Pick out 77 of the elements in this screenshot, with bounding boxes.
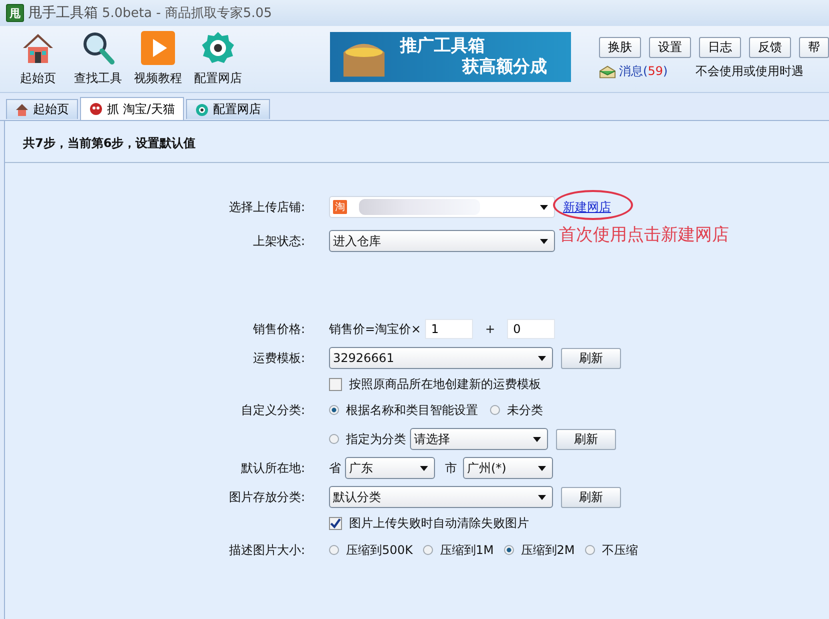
radio-label: 压缩到500K [346, 542, 413, 558]
tab[interactable]: 配置网店 [186, 99, 270, 119]
tab[interactable]: 抓 淘宝/天猫 [80, 97, 184, 120]
price-formula: 销售价=淘宝价× [329, 320, 422, 338]
banner-subline: 获高额分成 [462, 57, 547, 78]
gear-icon [200, 30, 236, 66]
radio-label: 指定为分类 [346, 430, 406, 448]
radio-button[interactable] [329, 545, 339, 555]
promo-banner[interactable]: 推广工具箱 获高额分成 [330, 32, 571, 82]
caret-icon [540, 238, 548, 244]
new-shop-link[interactable]: 新建网店 [563, 200, 611, 214]
category-dropdown[interactable]: 请选择 [410, 428, 548, 450]
radio-label: 压缩到1M [440, 542, 494, 558]
header-button[interactable]: 日志 [699, 37, 741, 58]
radio-label: 未分类 [507, 402, 543, 418]
header-button[interactable]: 换肤 [599, 37, 641, 58]
field-label: 自定义分类: [240, 402, 306, 418]
header-button[interactable]: 设置 [649, 37, 691, 58]
checkbox-label: 按照原商品所在地创建新的运费模板 [349, 376, 541, 392]
caret-icon [538, 494, 546, 500]
envelope-icon [599, 64, 616, 78]
messages-link[interactable]: 消息(59) [619, 63, 668, 80]
radio-button[interactable] [329, 434, 339, 444]
play-icon [140, 30, 176, 66]
field-label: 描述图片大小: [228, 542, 306, 558]
radio-button[interactable] [329, 405, 339, 415]
radio-button[interactable] [490, 405, 500, 415]
plus-sign: + [485, 322, 496, 336]
header-button[interactable]: 帮 [799, 37, 829, 58]
toolbar-button[interactable]: 查找工具 [68, 26, 128, 92]
caret-icon [533, 436, 541, 442]
annotation-text: 首次使用点击新建网店 [559, 224, 729, 246]
refresh-button[interactable]: 刷新 [561, 486, 621, 508]
toolbar-button[interactable]: 视频教程 [128, 26, 188, 92]
radio-label: 压缩到2M [520, 542, 575, 558]
tab[interactable]: 起始页 [6, 99, 78, 119]
caret-icon [538, 466, 546, 470]
image-category-dropdown[interactable]: 默认分类 [329, 486, 553, 508]
radio-label: 根据名称和类目智能设置 [346, 402, 478, 418]
refresh-button[interactable]: 刷新 [556, 428, 616, 450]
checkbox[interactable] [329, 378, 342, 390]
province-label: 省 [329, 460, 341, 476]
shop-logo: 淘 [333, 200, 347, 214]
field-label: 运费模板: [252, 350, 306, 366]
header-button[interactable]: 反馈 [749, 37, 791, 58]
gear-icon [194, 102, 209, 116]
banner-headline: 推广工具箱 [400, 36, 486, 57]
radio-label: 不压缩 [602, 542, 638, 558]
radio-button[interactable] [422, 545, 433, 555]
caret-icon [538, 356, 546, 360]
radio-button[interactable] [504, 545, 514, 555]
field-label: 上架状态: [252, 232, 306, 250]
status-dropdown[interactable]: 进入仓库 [329, 230, 555, 252]
app-logo: 甩 [6, 4, 24, 22]
city-dropdown[interactable]: 广州(*) [463, 457, 553, 479]
caret-icon [540, 204, 548, 210]
field-label: 选择上传店铺: [228, 198, 306, 216]
toolbar-button[interactable]: 起始页 [8, 26, 68, 92]
radio-button[interactable] [584, 545, 595, 555]
addend-field[interactable]: 0 [507, 319, 556, 339]
window-subtitle: 5.0beta - 商品抓取专家5.05 [102, 5, 272, 22]
step-header: 共7步，当前第6步，设置默认值 [5, 121, 829, 163]
window-title: 甩手工具箱 [28, 4, 98, 22]
caret-icon [420, 466, 428, 470]
help-notice: 不会使用或使用时遇 [696, 63, 804, 80]
field-label: 销售价格: [252, 320, 306, 338]
house-icon [15, 102, 29, 116]
field-label: 图片存放分类: [228, 488, 306, 506]
checkbox-label: 图片上传失败时自动清除失败图片 [349, 514, 529, 532]
checkbox[interactable] [329, 516, 342, 530]
freight-dropdown[interactable]: 32926661 [329, 347, 553, 369]
multiplier-field[interactable]: 1 [425, 319, 474, 339]
city-label: 市 [445, 460, 457, 476]
province-dropdown[interactable]: 广东 [345, 457, 435, 479]
toolbar-button[interactable]: 配置网店 [188, 26, 248, 92]
field-label: 默认所在地: [240, 460, 306, 476]
refresh-button[interactable]: 刷新 [561, 348, 621, 368]
